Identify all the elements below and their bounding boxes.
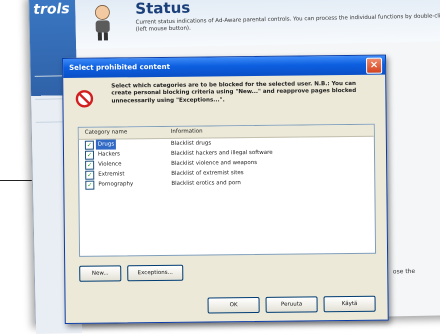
column-header-name[interactable]: Category name — [85, 127, 128, 138]
status-user-icon — [95, 5, 110, 41]
sidebar-title: trols — [33, 1, 70, 18]
page-title: Status — [135, 0, 191, 18]
category-name: Hackers — [97, 151, 121, 158]
category-info: Blacklist drugs — [170, 140, 212, 147]
dialog-title: Select prohibited content — [69, 62, 170, 72]
list-item[interactable]: ✓ Pornography Blacklist erotics and porn — [79, 177, 374, 190]
column-header-info[interactable]: Information — [171, 127, 203, 138]
new-button[interactable]: New... — [79, 265, 122, 282]
category-name: Pornography — [98, 181, 134, 188]
cancel-button[interactable]: Peruuta — [265, 296, 318, 313]
category-checkbox[interactable]: ✓ — [84, 150, 95, 160]
dialog-message: Select which categories are to be blocke… — [111, 80, 357, 105]
category-checkbox[interactable]: ✓ — [85, 170, 95, 180]
category-name: Extremist — [98, 171, 125, 178]
category-name: Violence — [98, 161, 122, 168]
message-area: Select which categories are to be blocke… — [63, 75, 385, 122]
category-list[interactable]: Category name Information ✓ Drugs Blackl… — [77, 123, 377, 257]
ok-button[interactable]: OK — [207, 296, 260, 314]
exceptions-button[interactable]: Exceptions... — [127, 264, 184, 282]
category-name: Drugs — [95, 139, 117, 150]
category-checkbox[interactable]: ✓ — [85, 180, 95, 190]
no-entry-icon — [75, 90, 94, 108]
close-button[interactable]: × — [366, 57, 383, 74]
select-prohibited-content-dialog: Select prohibited content × Select which… — [62, 54, 389, 324]
category-checkbox[interactable]: ✓ — [85, 160, 95, 170]
apply-button[interactable]: Käytä — [323, 295, 376, 313]
background-text-fragment: ose the — [392, 267, 416, 276]
category-info: Blacklist erotics and porn — [171, 180, 241, 187]
category-checkbox[interactable]: ✓ — [84, 140, 94, 150]
